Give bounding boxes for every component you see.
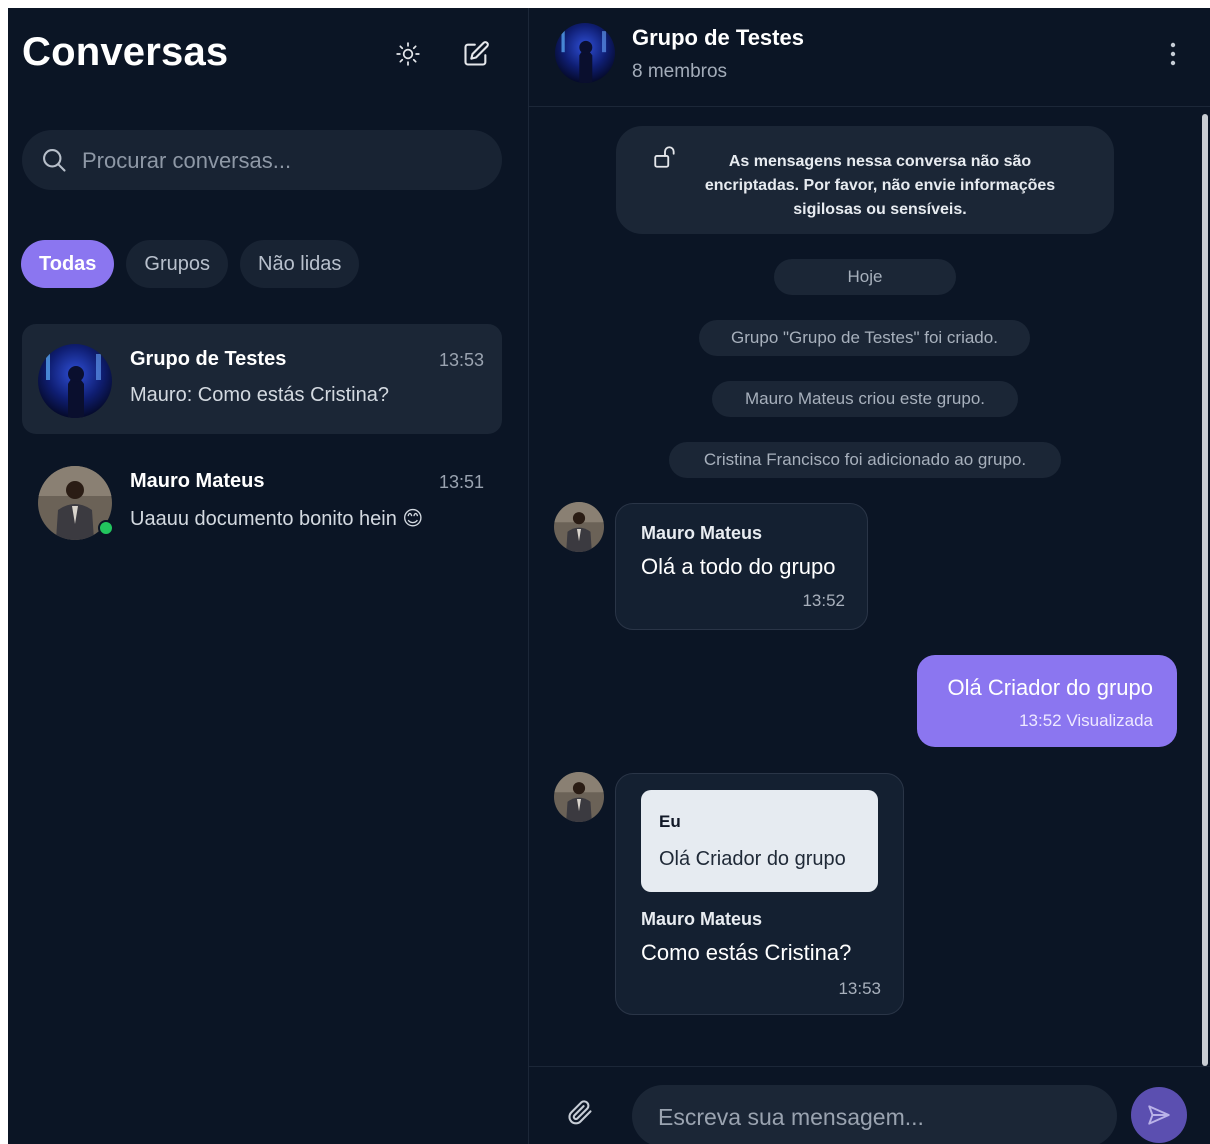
conversations-sidebar: Conversas Todas Grup: [8, 8, 529, 1144]
message-time: 13:52: [802, 591, 845, 610]
conversation-preview: Mauro: Como estás Cristina?: [130, 384, 389, 406]
unlock-icon: [654, 146, 675, 168]
message-text: Olá a todo do grupo: [641, 554, 836, 579]
chat-title[interactable]: Grupo de Testes: [632, 25, 804, 51]
conversation-name: Grupo de Testes: [130, 348, 287, 370]
new-conversation-button[interactable]: [456, 34, 496, 74]
message-time: 13:52: [1019, 711, 1062, 730]
encryption-notice-text: As mensagens nessa conversa não são encr…: [704, 153, 1056, 218]
reply-quote[interactable]: Eu Olá Criador do grupo: [641, 790, 878, 892]
group-avatar[interactable]: [555, 23, 615, 83]
conversation-item-mauro-mateus[interactable]: Mauro Mateus 13:51 Uaauu documento bonit…: [22, 446, 502, 556]
search-input[interactable]: [80, 140, 484, 182]
message-time: 13:53: [838, 979, 881, 998]
search-icon: [43, 149, 66, 172]
more-vertical-icon: [1170, 42, 1176, 66]
sidebar-title: Conversas: [22, 30, 229, 74]
message-meta: 13:52 Visualizada: [1019, 711, 1153, 731]
message-bubble-incoming[interactable]: Eu Olá Criador do grupo Mauro Mateus Com…: [615, 773, 904, 1015]
group-avatar: [38, 344, 112, 418]
system-message: Cristina Francisco foi adicionado ao gru…: [669, 442, 1061, 478]
message-input-wrapper: [632, 1085, 1117, 1144]
message-read-status: Visualizada: [1066, 711, 1153, 730]
conversation-name: Mauro Mateus: [130, 470, 265, 492]
send-icon: [1148, 1105, 1170, 1125]
chat-panel: Grupo de Testes 8 membros As mensagens n…: [529, 8, 1210, 1144]
chat-menu-button[interactable]: [1158, 36, 1188, 72]
filter-all[interactable]: Todas: [21, 240, 115, 288]
message-sender: Mauro Mateus: [641, 909, 763, 929]
conversation-time: 13:53: [438, 350, 484, 370]
theme-toggle-button[interactable]: [388, 34, 428, 74]
message-text: Como estás Cristina?: [641, 940, 852, 965]
message-composer: [529, 1066, 1210, 1144]
sender-avatar[interactable]: [554, 772, 604, 822]
system-message: Grupo "Grupo de Testes" foi criado.: [699, 320, 1030, 356]
paperclip-icon: [568, 1100, 592, 1125]
filter-groups[interactable]: Grupos: [126, 240, 229, 288]
conversation-item-grupo-de-testes[interactable]: Grupo de Testes 13:53 Mauro: Como estás …: [22, 324, 502, 434]
filter-unread[interactable]: Não lidas: [240, 240, 360, 288]
chat-header: Grupo de Testes 8 membros: [529, 8, 1210, 107]
message-text: Olá Criador do grupo: [947, 675, 1153, 700]
encryption-notice: As mensagens nessa conversa não são encr…: [616, 126, 1114, 234]
chat-scrollbar[interactable]: [1202, 114, 1208, 1066]
edit-icon: [464, 41, 489, 66]
sender-avatar[interactable]: [554, 502, 604, 552]
message-input[interactable]: [656, 1097, 1100, 1137]
search-bar: [22, 130, 502, 190]
message-sender: Mauro Mateus: [641, 523, 763, 543]
conversation-filters: Todas Grupos Não lidas: [21, 240, 360, 288]
conversation-preview: Uaauu documento bonito hein 😊: [130, 508, 424, 530]
attach-button[interactable]: [563, 1095, 597, 1129]
online-status-dot: [98, 520, 114, 536]
message-bubble-incoming[interactable]: Mauro Mateus Olá a todo do grupo 13:52: [615, 503, 868, 630]
chat-app: Conversas Todas Grup: [8, 8, 1210, 1144]
chat-member-count: 8 membros: [632, 61, 728, 82]
sun-icon: [396, 42, 420, 66]
message-bubble-outgoing[interactable]: Olá Criador do grupo 13:52 Visualizada: [917, 655, 1177, 747]
conversation-time: 13:51: [438, 472, 484, 492]
reply-quote-sender: Eu: [659, 812, 681, 831]
system-message: Mauro Mateus criou este grupo.: [712, 381, 1018, 417]
send-button[interactable]: [1131, 1087, 1187, 1143]
day-separator: Hoje: [774, 259, 956, 295]
reply-quote-text: Olá Criador do grupo: [659, 848, 846, 870]
user-avatar: [38, 466, 114, 540]
